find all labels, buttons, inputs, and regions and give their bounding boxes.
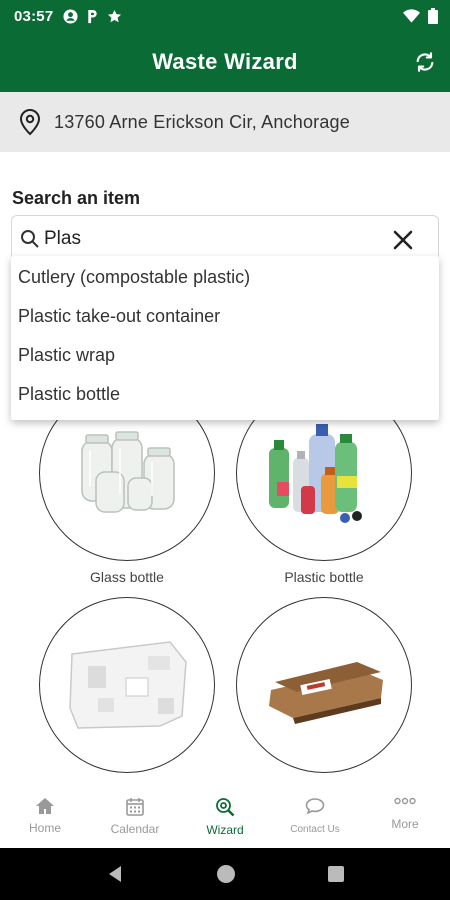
- search-label: Search an item: [12, 188, 141, 208]
- nav-more[interactable]: More: [360, 789, 450, 848]
- item-circle-cardboard[interactable]: [236, 597, 412, 773]
- calendar-icon: [126, 798, 144, 816]
- chat-icon: [305, 798, 325, 815]
- nav-wizard-label: Wizard: [206, 823, 244, 837]
- nav-home-label: Home: [28, 821, 61, 835]
- search-icon: [21, 230, 39, 248]
- nav-calendar[interactable]: Calendar: [90, 789, 180, 848]
- home-icon: [36, 798, 54, 814]
- more-icon: [394, 797, 416, 805]
- nav-contact[interactable]: Contact Us: [270, 789, 360, 848]
- nav-more-label: More: [391, 817, 419, 831]
- nav-calendar-label: Calendar: [110, 822, 160, 836]
- styrofoam-packaging-image: [69, 641, 187, 729]
- nav-contact-label: Contact Us: [290, 824, 340, 835]
- back-icon[interactable]: [106, 865, 124, 883]
- flattened-cardboard-image: [269, 662, 383, 724]
- wizard-search-icon: [216, 798, 235, 817]
- suggestion-item[interactable]: Plastic take-out container: [11, 297, 439, 336]
- suggestions-dropdown: Cutlery (compostable plastic) Plastic ta…: [11, 256, 439, 420]
- home-circle-icon[interactable]: [216, 864, 236, 884]
- close-icon[interactable]: [390, 227, 416, 253]
- item-grid: Glass bottle Plastic bottle: [0, 0, 450, 900]
- bottom-nav: Home Calendar Wizard Contact Us More: [0, 789, 450, 848]
- suggestion-item[interactable]: Cutlery (compostable plastic): [11, 258, 439, 297]
- nav-wizard[interactable]: Wizard: [180, 789, 270, 848]
- item-caption-glass-bottle: Glass bottle: [90, 569, 164, 585]
- item-circle-styrofoam[interactable]: [39, 597, 215, 773]
- recents-icon[interactable]: [328, 866, 344, 882]
- item-caption-plastic-bottle: Plastic bottle: [284, 569, 364, 585]
- suggestion-item[interactable]: Plastic wrap: [11, 336, 439, 375]
- search-input[interactable]: [44, 228, 374, 250]
- system-nav-bar: [0, 848, 450, 900]
- suggestion-item[interactable]: Plastic bottle: [11, 375, 439, 414]
- nav-home[interactable]: Home: [0, 789, 90, 848]
